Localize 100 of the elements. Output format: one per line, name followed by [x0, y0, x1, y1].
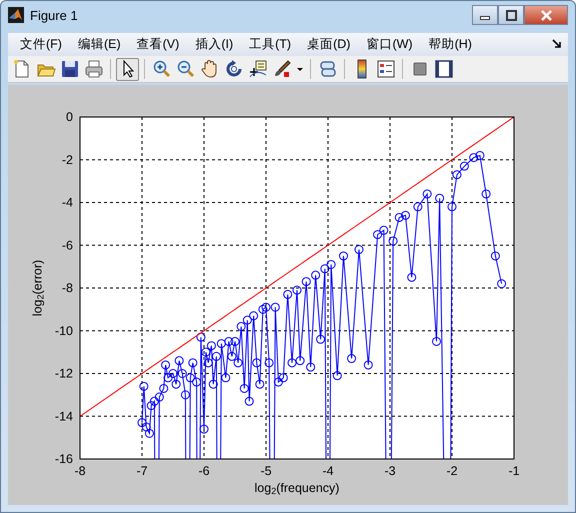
menu-item[interactable]: 查看(V)	[128, 33, 188, 56]
data-marker	[435, 194, 444, 203]
menu-item[interactable]: 文件(F)	[12, 33, 70, 56]
menu-item[interactable]: 插入(I)	[187, 33, 242, 56]
data-marker	[206, 341, 216, 350]
legend-icon	[376, 59, 396, 80]
data-marker	[224, 336, 234, 346]
data-marker	[283, 290, 292, 299]
dock-arrow-icon[interactable]	[552, 39, 562, 50]
data-marker	[242, 316, 252, 325]
window-icon	[434, 59, 454, 80]
maximize-icon	[506, 10, 516, 21]
data-marker	[373, 230, 382, 240]
y-tick-label: -10	[54, 324, 73, 338]
minimize-icon	[480, 16, 490, 20]
new-file-icon	[12, 59, 32, 80]
data-marker	[306, 362, 316, 372]
toolbar-button[interactable]	[116, 58, 139, 81]
data-marker	[188, 358, 198, 368]
data-marker	[139, 382, 148, 391]
data-marker	[469, 153, 478, 162]
data-marker	[274, 378, 283, 387]
data-marker	[401, 210, 410, 220]
data-marker	[221, 373, 230, 382]
data-marker	[255, 380, 264, 389]
y-tick-label: -2	[62, 152, 73, 167]
data-marker	[258, 304, 268, 314]
x-tick-label: -3	[384, 464, 396, 478]
data-marker	[311, 270, 320, 280]
zoom-in-icon	[152, 59, 172, 80]
data-marker	[388, 236, 398, 246]
link-icon	[318, 59, 338, 80]
data-marker	[174, 356, 184, 366]
x-tick-label: -1	[508, 464, 520, 478]
data-marker	[354, 245, 364, 254]
maximize-button[interactable]	[498, 5, 524, 26]
data-marker	[240, 384, 249, 393]
data-marker	[201, 348, 210, 357]
data-marker	[192, 378, 202, 387]
x-axis-label: log$_{2}$(frequency)	[254, 480, 340, 498]
data-marker	[379, 226, 388, 235]
data-marker	[236, 322, 246, 331]
data-marker	[244, 396, 254, 406]
data-marker	[264, 358, 274, 368]
data-marker	[200, 424, 208, 434]
menu-item[interactable]: 编辑(E)	[70, 33, 129, 56]
data-marker	[296, 356, 305, 366]
data-marker	[164, 373, 173, 382]
y-tick-label: -8	[62, 281, 73, 295]
window-title: Figure 1	[30, 6, 79, 25]
data-marker	[138, 418, 146, 428]
data-marker	[154, 392, 164, 402]
y-tick-label: -16	[54, 452, 73, 466]
data-marker	[230, 336, 240, 346]
x-tick-label: -6	[198, 464, 210, 478]
data-marker	[172, 380, 181, 389]
x-tick-label: -4	[322, 464, 334, 478]
y-tick-label: -6	[62, 238, 73, 252]
data-marker	[252, 358, 262, 368]
data-marker	[178, 369, 187, 378]
minimize-button[interactable]	[472, 5, 498, 26]
data-marker	[146, 401, 156, 410]
data-marker	[475, 150, 484, 160]
y-tick-label: -12	[54, 366, 73, 380]
data-marker	[227, 352, 236, 361]
menu-item[interactable]: 工具(T)	[241, 33, 300, 56]
y-tick-label: -14	[54, 409, 73, 424]
data-marker	[452, 170, 462, 180]
menu-item[interactable]: 帮助(H)	[420, 33, 480, 56]
data-marker	[270, 302, 280, 312]
x-tick-label: -5	[260, 464, 272, 478]
x-tick-label: -8	[74, 464, 86, 478]
save-icon	[60, 59, 80, 80]
data-marker	[150, 396, 159, 406]
data-marker	[262, 302, 270, 312]
y-tick-label: 0	[66, 110, 73, 124]
data-marker	[320, 264, 330, 274]
data-marker	[460, 162, 469, 171]
menu-item[interactable]: 窗口(W)	[358, 33, 421, 56]
data-marker	[180, 390, 190, 400]
data-marker	[332, 371, 342, 380]
x-tick-label: -2	[446, 464, 458, 478]
data-marker	[212, 352, 221, 361]
data-marker	[339, 251, 348, 260]
data-marker	[364, 360, 373, 370]
y-tick-label: -4	[62, 196, 73, 210]
print-icon	[84, 59, 104, 80]
close-button[interactable]	[524, 5, 568, 26]
data-marker	[168, 369, 178, 378]
data-marker	[394, 212, 404, 222]
close-icon	[540, 10, 552, 21]
rotate-icon	[224, 59, 244, 80]
data-marker	[208, 380, 218, 389]
data-marker	[448, 202, 456, 212]
zoom-out-icon	[176, 59, 196, 80]
data-marker	[316, 334, 326, 344]
data-marker	[347, 354, 356, 364]
menu-item[interactable]: 桌面(D)	[299, 33, 358, 56]
data-marker	[216, 339, 226, 348]
data-marker	[292, 286, 302, 295]
